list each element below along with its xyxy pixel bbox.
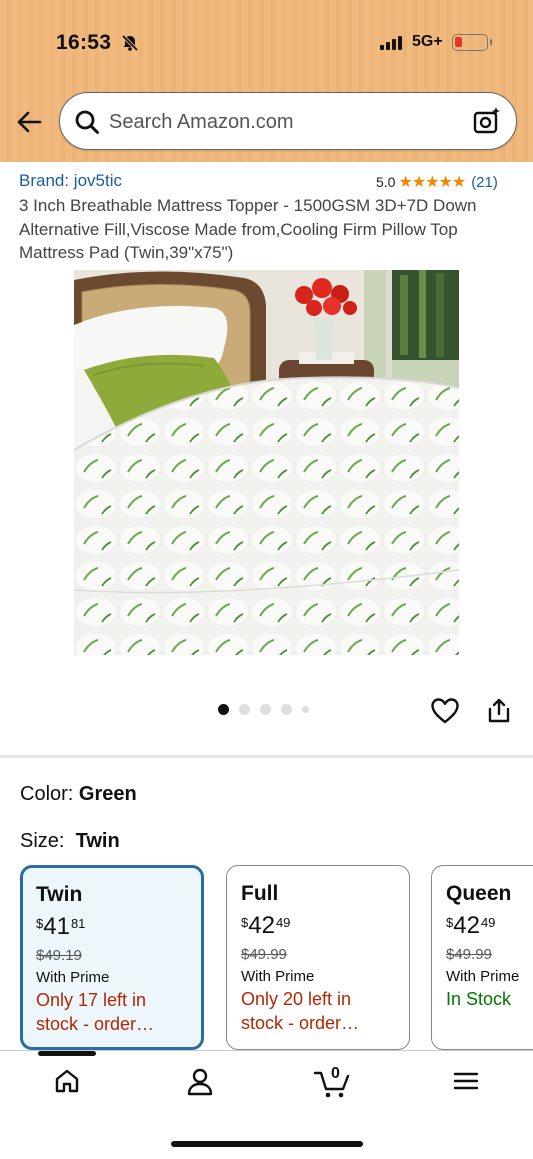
list-price: $49.19 <box>36 947 82 964</box>
size-value: Twin <box>75 830 120 852</box>
back-arrow-icon[interactable] <box>14 108 46 136</box>
stock-status: Only 20 left in stock - order… <box>241 989 360 1033</box>
account-icon[interactable] <box>186 1067 214 1097</box>
silent-bell-icon <box>121 34 139 52</box>
carousel-dot[interactable] <box>260 704 271 715</box>
search-placeholder: Search Amazon.com <box>109 111 294 133</box>
search-icon <box>75 110 99 134</box>
cart-count: 0 <box>331 1065 340 1082</box>
active-tab-indicator <box>38 1051 96 1056</box>
list-price: $49.99 <box>241 946 287 963</box>
home-indicator <box>171 1141 363 1147</box>
carousel-dot[interactable] <box>302 706 309 713</box>
size-option-twin[interactable]: Twin $41 81 $49.19 With Prime Only 17 lef… <box>20 865 204 1050</box>
rating-value: 5.0 <box>376 174 396 190</box>
stock-status: Only 17 left in stock - order… <box>36 990 155 1034</box>
menu-icon[interactable] <box>453 1067 479 1095</box>
cart-button[interactable]: 0 <box>313 1065 353 1099</box>
prime-label: With Prime <box>241 968 315 985</box>
color-value: Green <box>78 783 137 805</box>
size-option-queen[interactable]: Queen $42 49 $49.99 With Prime In Stock <box>431 865 533 1050</box>
size-name: Queen <box>446 882 512 905</box>
color-label: Color: <box>20 783 74 805</box>
review-count[interactable]: (21) <box>471 174 498 191</box>
carousel-dots[interactable] <box>218 704 309 715</box>
section-divider <box>0 755 533 758</box>
share-icon[interactable] <box>486 697 512 725</box>
network-type: 5G+ <box>412 33 443 50</box>
header: 16:53 5G+ Search Amazon.com <box>0 0 533 162</box>
product-image[interactable] <box>74 270 459 655</box>
rating-summary[interactable]: 5.0 ★★★★★ (21) <box>376 172 498 192</box>
size-option-full[interactable]: Full $42 49 $49.99 With Prime Only 20 lef… <box>226 865 410 1050</box>
carousel-dot[interactable] <box>281 704 292 715</box>
list-price: $49.99 <box>446 946 492 963</box>
carousel-dot[interactable] <box>218 704 229 715</box>
status-time: 16:53 <box>56 31 112 54</box>
size-price: $42 49 <box>241 912 291 939</box>
battery-icon <box>452 34 492 51</box>
product-title: 3 Inch Breathable Mattress Topper - 1500… <box>19 196 477 262</box>
size-label: Size: <box>20 830 65 852</box>
prime-label: With Prime <box>446 968 520 985</box>
home-icon[interactable] <box>53 1067 81 1095</box>
signal-icon <box>380 35 402 50</box>
size-price: $41 81 <box>36 913 86 940</box>
carousel-dot[interactable] <box>239 704 250 715</box>
brand-link[interactable]: Brand: jov5tic <box>19 171 122 191</box>
size-name: Twin <box>36 883 83 906</box>
search-input[interactable]: Search Amazon.com <box>59 92 517 150</box>
camera-search-icon[interactable] <box>472 106 502 136</box>
star-rating-icon: ★★★★★ <box>398 174 466 191</box>
color-selection: Color: Green <box>20 783 137 806</box>
size-name: Full <box>241 882 279 905</box>
stock-status: In Stock <box>446 989 512 1009</box>
size-price: $42 49 <box>446 912 496 939</box>
heart-icon[interactable] <box>430 697 460 725</box>
size-selection: Size: Twin <box>20 830 120 853</box>
prime-label: With Prime <box>36 969 110 986</box>
